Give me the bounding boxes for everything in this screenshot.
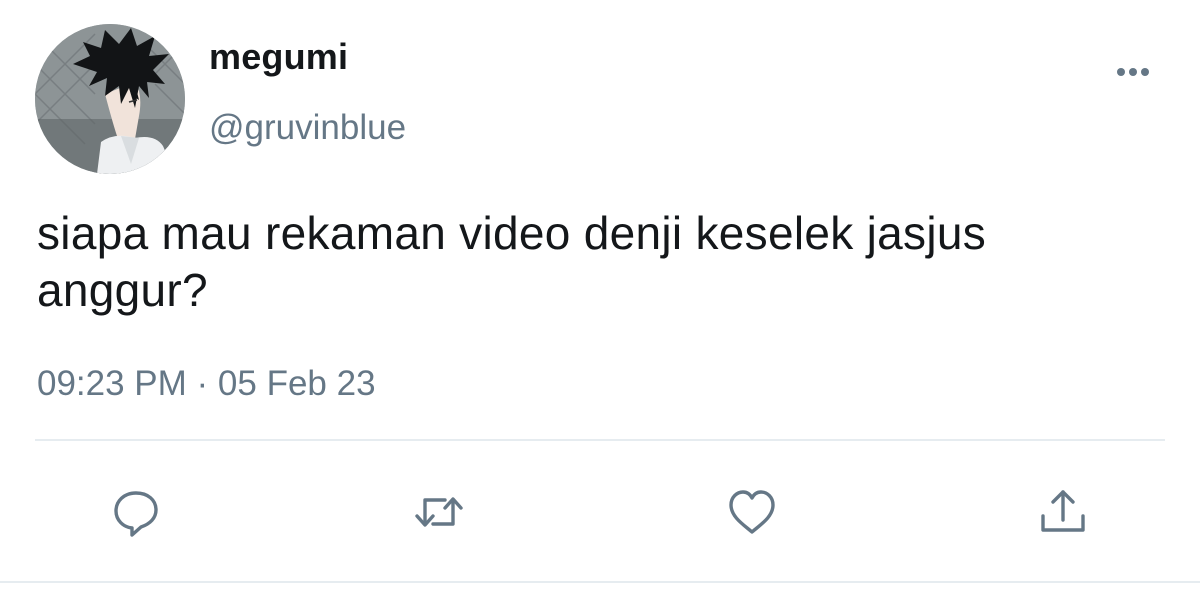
retweet-button[interactable] (411, 484, 467, 540)
tweet-text: siapa mau rekaman video denji keselek ja… (37, 207, 987, 316)
more-options-button[interactable] (1112, 58, 1160, 86)
divider (35, 439, 1165, 441)
tweet-timestamp[interactable]: 09:23 PM · 05 Feb 23 (37, 364, 376, 404)
user-handle[interactable]: @gruvinblue (209, 108, 406, 148)
reply-button[interactable] (108, 484, 164, 540)
more-icon (1117, 68, 1149, 76)
avatar[interactable] (35, 24, 185, 174)
heart-icon (729, 490, 775, 534)
reply-icon (114, 491, 158, 537)
retweet-icon (415, 497, 463, 527)
avatar-image (35, 24, 185, 174)
share-icon (1041, 490, 1085, 532)
divider (0, 581, 1200, 583)
like-button[interactable] (724, 484, 780, 540)
share-button[interactable] (1035, 484, 1091, 540)
display-name[interactable]: megumi (209, 36, 348, 78)
